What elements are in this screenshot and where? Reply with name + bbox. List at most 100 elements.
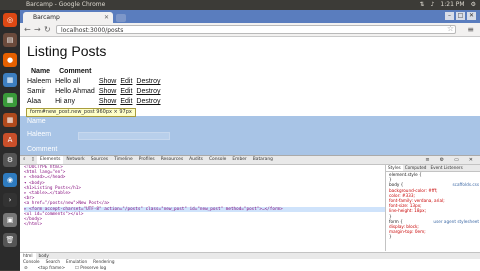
files-icon[interactable]: ▤ [3, 33, 17, 47]
styles-pane: Styles Computed Event Listeners element.… [385, 165, 480, 251]
devtools-tabs: ⌕ ▯ Elements Network Sources Timeline Pr… [20, 156, 480, 165]
tab-title: Barcamp [33, 14, 60, 21]
console-drawer-icon[interactable]: ≡ [422, 156, 432, 164]
style-source-link[interactable]: scaffolds.css [453, 182, 480, 187]
page-viewport: Listing Posts Name Comment Haleem Hello … [20, 37, 480, 155]
tab-computed[interactable]: Computed [403, 165, 429, 171]
drawer-tab-emulation[interactable]: Emulation [63, 259, 90, 264]
edit-link[interactable]: Edit [120, 88, 132, 95]
posts-table: Name Comment Haleem Hello all Show Edit … [27, 67, 165, 107]
show-link[interactable]: Show [99, 98, 117, 105]
volume-icon[interactable]: ♪ [431, 0, 435, 10]
drawer-tab-search[interactable]: Search [43, 259, 63, 264]
name-field-value[interactable]: Haleem [27, 131, 51, 138]
url-text[interactable]: localhost:3000/posts [61, 27, 123, 34]
dom-line[interactable]: </html> [24, 222, 385, 227]
clear-console-icon[interactable]: ⊘ [24, 265, 28, 271]
ubuntu-icon[interactable]: ◎ [3, 13, 17, 27]
clock[interactable]: 1:21 PM [440, 0, 464, 10]
impress-icon[interactable]: ▦ [3, 113, 17, 127]
destroy-link[interactable]: Destroy [136, 98, 160, 105]
tab-network[interactable]: Network [63, 156, 87, 164]
tab-batarang[interactable]: Batarang [250, 156, 276, 164]
preserve-log-checkbox[interactable]: ☐ Preserve log [75, 265, 106, 271]
edit-link[interactable]: Edit [120, 78, 132, 85]
window-title: Barcamp - Google Chrome [26, 0, 105, 10]
settings-icon[interactable]: ⚙ [437, 156, 447, 164]
element-breadcrumb: html body [20, 252, 480, 259]
post-name: Alaa [27, 97, 55, 107]
close-devtools-icon[interactable]: ✕ [466, 156, 476, 164]
post-comment: Hi any [55, 97, 99, 107]
inspect-tooltip: form#new_post.new_post 960px × 97px [26, 108, 136, 117]
minimize-icon[interactable]: – [445, 12, 454, 20]
new-tab-button[interactable] [116, 14, 126, 22]
drawer-tab-console[interactable]: Console [20, 259, 43, 264]
inspect-icon[interactable]: ⌕ [20, 156, 28, 164]
elements-tree: <!DOCTYPE html> <html lang="en"> ▸ <head… [20, 165, 385, 251]
toolbar: ← → ↻ localhost:3000/posts ☆ ≡ [20, 23, 480, 37]
tab-sources[interactable]: Sources [88, 156, 111, 164]
name-input[interactable] [78, 132, 170, 140]
drawer-tab-rendering[interactable]: Rendering [90, 259, 117, 264]
column-header: Name [27, 67, 55, 77]
trash-icon[interactable]: 🗑 [3, 233, 17, 247]
close-tab-icon[interactable]: ✕ [104, 12, 109, 23]
edit-link[interactable]: Edit [120, 98, 132, 105]
style-source-label: user agent stylesheet [433, 219, 480, 224]
device-icon[interactable]: ▯ [28, 156, 36, 164]
form-label-comment: Comment [27, 146, 57, 153]
destroy-link[interactable]: Destroy [136, 78, 160, 85]
launcher: ◎ ▤ ● ▦ ▦ ▦ A ⚙ ◉ › ▣ 🗑 [0, 10, 20, 270]
tab-barcamp[interactable]: Barcamp ✕ [23, 12, 113, 23]
chrome-window: Barcamp ✕ – □ ✕ ← → ↻ localhost:3000/pos… [20, 10, 480, 270]
post-comment: Hello all [55, 77, 99, 87]
calc-icon[interactable]: ▦ [3, 93, 17, 107]
form-label-name: Name [27, 118, 46, 125]
tab-ember[interactable]: Ember [229, 156, 249, 164]
software-center-icon[interactable]: A [3, 133, 17, 147]
maximize-icon[interactable]: □ [456, 12, 465, 20]
system-top-bar: Barcamp - Google Chrome ⇅ ♪ 1:21 PM ⚙ [0, 0, 480, 10]
tab-audits[interactable]: Audits [186, 156, 206, 164]
network-icon[interactable]: ⇅ [420, 0, 425, 10]
tab-console[interactable]: Console [206, 156, 229, 164]
dock-icon[interactable]: ▭ [451, 156, 462, 164]
terminal-icon[interactable]: › [3, 193, 17, 207]
page-title: Listing Posts [27, 43, 106, 59]
post-name: Haleem [27, 77, 55, 87]
tab-resources[interactable]: Resources [158, 156, 186, 164]
reload-icon[interactable]: ↻ [44, 25, 51, 34]
address-bar[interactable]: localhost:3000/posts [56, 25, 456, 34]
tab-elements[interactable]: Elements [37, 156, 63, 164]
back-icon[interactable]: ← [24, 25, 31, 34]
writer-icon[interactable]: ▦ [3, 73, 17, 87]
console-options: ⊘ <top frame> ☐ Preserve log [20, 265, 480, 271]
tab-strip: Barcamp ✕ – □ ✕ [20, 10, 480, 23]
destroy-link[interactable]: Destroy [136, 88, 160, 95]
style-rule-line: } [386, 234, 480, 239]
tab-timeline[interactable]: Timeline [111, 156, 136, 164]
table-row: Alaa Hi any Show Edit Destroy [27, 97, 165, 107]
close-window-icon[interactable]: ✕ [467, 12, 476, 20]
tab-styles[interactable]: Styles [386, 165, 403, 171]
workspace-icon[interactable]: ▣ [3, 213, 17, 227]
column-header: Comment [55, 67, 99, 77]
bookmark-star-icon[interactable]: ☆ [447, 24, 454, 33]
firefox-icon[interactable]: ● [3, 53, 17, 67]
menu-icon[interactable]: ≡ [467, 25, 474, 34]
frame-select[interactable]: <top frame> [38, 265, 66, 271]
tab-profiles[interactable]: Profiles [136, 156, 158, 164]
settings-icon[interactable]: ⚙ [3, 153, 17, 167]
chrome-icon[interactable]: ◉ [3, 173, 17, 187]
forward-icon[interactable]: → [34, 25, 41, 34]
devtools-panel: ⌕ ▯ Elements Network Sources Timeline Pr… [20, 155, 480, 271]
show-link[interactable]: Show [99, 78, 117, 85]
show-link[interactable]: Show [99, 88, 117, 95]
post-name: Samir [27, 87, 55, 97]
tab-event-listeners[interactable]: Event Listeners [428, 165, 464, 171]
table-row: Haleem Hello all Show Edit Destroy [27, 77, 165, 87]
gear-icon[interactable]: ⚙ [471, 0, 476, 10]
new-post-form-highlight[interactable]: Name Haleem Comment [20, 116, 480, 155]
table-row: Samir Hello Ahmad Show Edit Destroy [27, 87, 165, 97]
